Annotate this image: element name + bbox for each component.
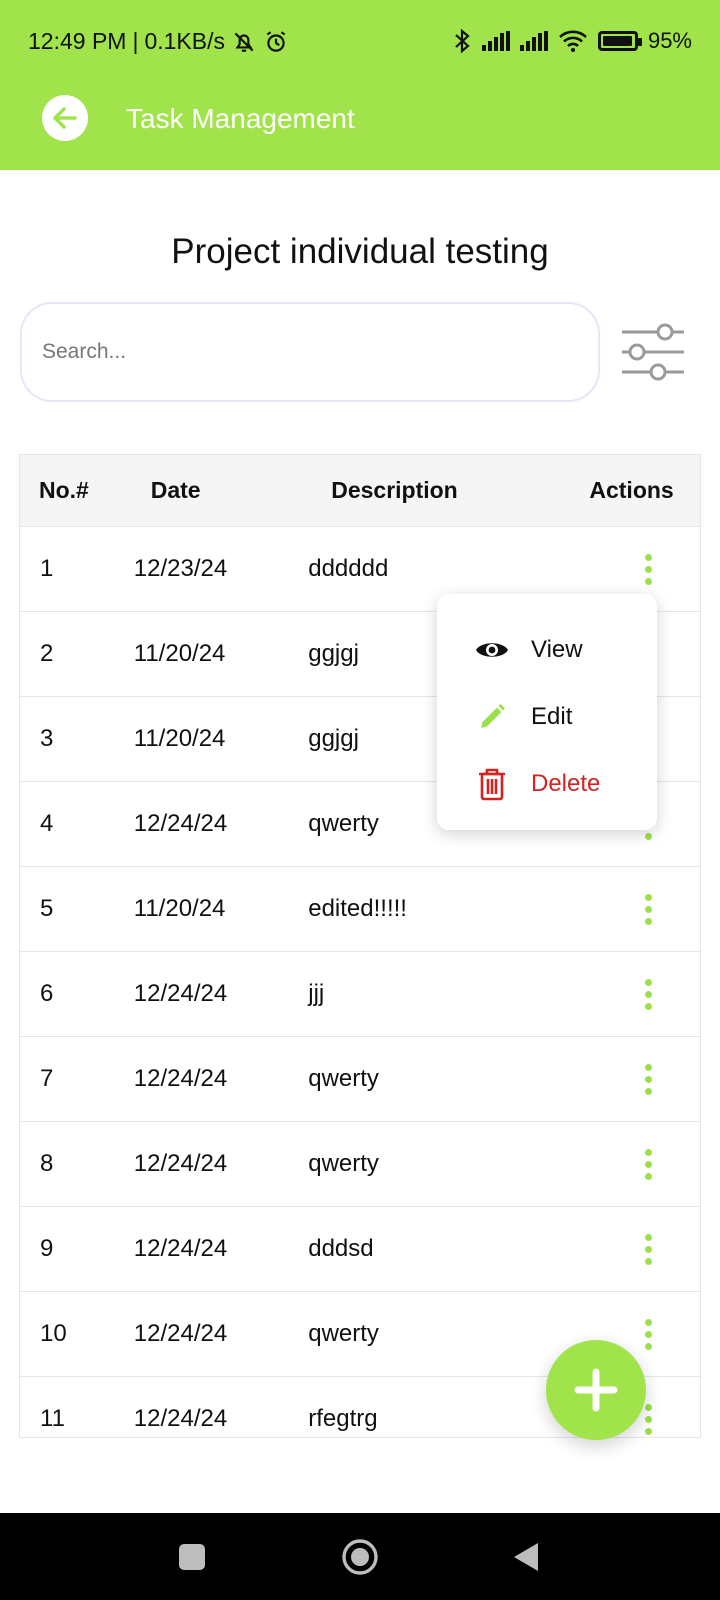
cell-no: 7 (40, 1065, 54, 1092)
cell-description: qwerty (308, 1320, 379, 1347)
status-time: 12:49 PM (28, 28, 127, 54)
table-row: 6 12/24/24 jjj (20, 952, 700, 1037)
recents-icon (179, 1543, 205, 1570)
header-actions: Actions (589, 477, 674, 503)
back-nav-button[interactable] (486, 1513, 566, 1600)
back-arrow-icon (53, 107, 77, 129)
cell-actions (564, 553, 700, 585)
menu-item-edit[interactable]: Edit (475, 697, 572, 737)
alarm-icon (266, 30, 286, 52)
table-row: 7 12/24/24 qwerty (20, 1037, 700, 1122)
cell-date: 12/24/24 (133, 1235, 228, 1262)
cell-description: dddddd (308, 555, 389, 582)
cell-date: 12/24/24 (133, 1405, 228, 1432)
cell-actions (564, 1148, 700, 1180)
kebab-menu-icon[interactable] (644, 1403, 652, 1435)
kebab-menu-icon[interactable] (644, 893, 652, 925)
cell-no: 8 (40, 1150, 54, 1177)
pencil-icon (475, 700, 509, 734)
cell-no: 11 (40, 1405, 65, 1432)
kebab-menu-icon[interactable] (644, 1233, 652, 1265)
eye-icon (475, 633, 509, 667)
status-right: 95% (452, 28, 692, 54)
header-no: No.# (39, 477, 89, 503)
header-description: Description (331, 477, 458, 503)
signal-icon (481, 31, 510, 51)
cell-no: 5 (40, 895, 54, 922)
cell-no: 1 (40, 555, 54, 582)
battery-icon (597, 31, 642, 51)
sliders-icon (622, 323, 684, 381)
cell-date: 12/24/24 (133, 1150, 228, 1177)
back-button[interactable] (42, 95, 88, 141)
search-input[interactable] (22, 304, 598, 400)
cell-date: 11/20/24 (133, 725, 226, 752)
battery-percent: 95% (647, 28, 692, 53)
cell-description: rfegtrg (308, 1405, 378, 1432)
filter-button[interactable] (618, 320, 688, 384)
mute-bell-icon (234, 32, 254, 52)
cell-date: 12/23/24 (133, 555, 228, 582)
app-title: Task Management (126, 103, 355, 134)
bluetooth-icon (455, 28, 470, 54)
cell-date: 12/24/24 (133, 980, 228, 1007)
cell-date: 11/20/24 (133, 640, 226, 667)
kebab-menu-icon[interactable] (644, 1318, 652, 1350)
cell-date: 11/20/24 (133, 895, 226, 922)
kebab-menu-icon[interactable] (644, 1063, 652, 1095)
cell-description: dddsd (308, 1235, 374, 1262)
header-date: Date (150, 477, 201, 503)
cell-description: qwerty (308, 1065, 379, 1092)
kebab-menu-icon[interactable] (644, 553, 652, 585)
menu-item-view[interactable]: View (475, 630, 583, 670)
cell-no: 9 (40, 1235, 54, 1262)
plus-icon (574, 1368, 618, 1412)
search-box[interactable] (20, 302, 600, 402)
add-task-button[interactable] (546, 1340, 646, 1440)
cell-no: 3 (40, 725, 54, 752)
cell-no: 10 (40, 1320, 67, 1347)
menu-item-edit-label: Edit (531, 703, 573, 730)
cell-no: 4 (40, 810, 54, 837)
table-row: 5 11/20/24 edited!!!!! (20, 867, 700, 952)
cell-actions (564, 978, 700, 1010)
page-title: Project individual testing (171, 232, 549, 271)
trash-icon (475, 767, 509, 801)
cell-actions (564, 893, 700, 925)
status-left: 12:49 PM | 0.1KB/s (28, 28, 289, 55)
signal-icon (519, 31, 548, 51)
cell-actions (564, 1233, 700, 1265)
cell-date: 12/24/24 (133, 810, 228, 837)
kebab-menu-icon[interactable] (644, 1148, 652, 1180)
wifi-icon (559, 30, 587, 52)
table-row: 9 12/24/24 dddsd (20, 1207, 700, 1292)
back-triangle-icon (514, 1542, 538, 1571)
menu-item-delete[interactable]: Delete (475, 764, 600, 804)
cell-no: 6 (40, 980, 54, 1007)
cell-actions (564, 1063, 700, 1095)
top-bar: 12:49 PM | 0.1KB/s 95% Task Management (0, 0, 720, 170)
cell-date: 12/24/24 (133, 1065, 228, 1092)
kebab-menu-icon[interactable] (644, 978, 652, 1010)
menu-item-view-label: View (531, 636, 583, 663)
system-nav-bar (0, 1513, 720, 1600)
recents-button[interactable] (152, 1513, 232, 1600)
cell-description: qwerty (308, 1150, 379, 1177)
status-speed: 0.1KB/s (144, 28, 225, 54)
table-header: No.# Date Description Actions (20, 455, 700, 527)
cell-date: 12/24/24 (133, 1320, 228, 1347)
cell-no: 2 (40, 640, 54, 667)
battery-fill (602, 36, 632, 46)
actions-menu: View Edit Delete (437, 594, 657, 830)
status-bar: 12:49 PM | 0.1KB/s 95% (0, 0, 720, 88)
cell-description: edited!!!!! (308, 895, 407, 922)
app-bar: Task Management (0, 88, 720, 170)
cell-description: jjj (308, 980, 325, 1007)
table-row: 8 12/24/24 qwerty (20, 1122, 700, 1207)
menu-item-delete-label: Delete (531, 770, 601, 797)
home-button[interactable] (320, 1513, 400, 1600)
home-icon (342, 1538, 378, 1575)
status-separator: | (132, 28, 139, 54)
